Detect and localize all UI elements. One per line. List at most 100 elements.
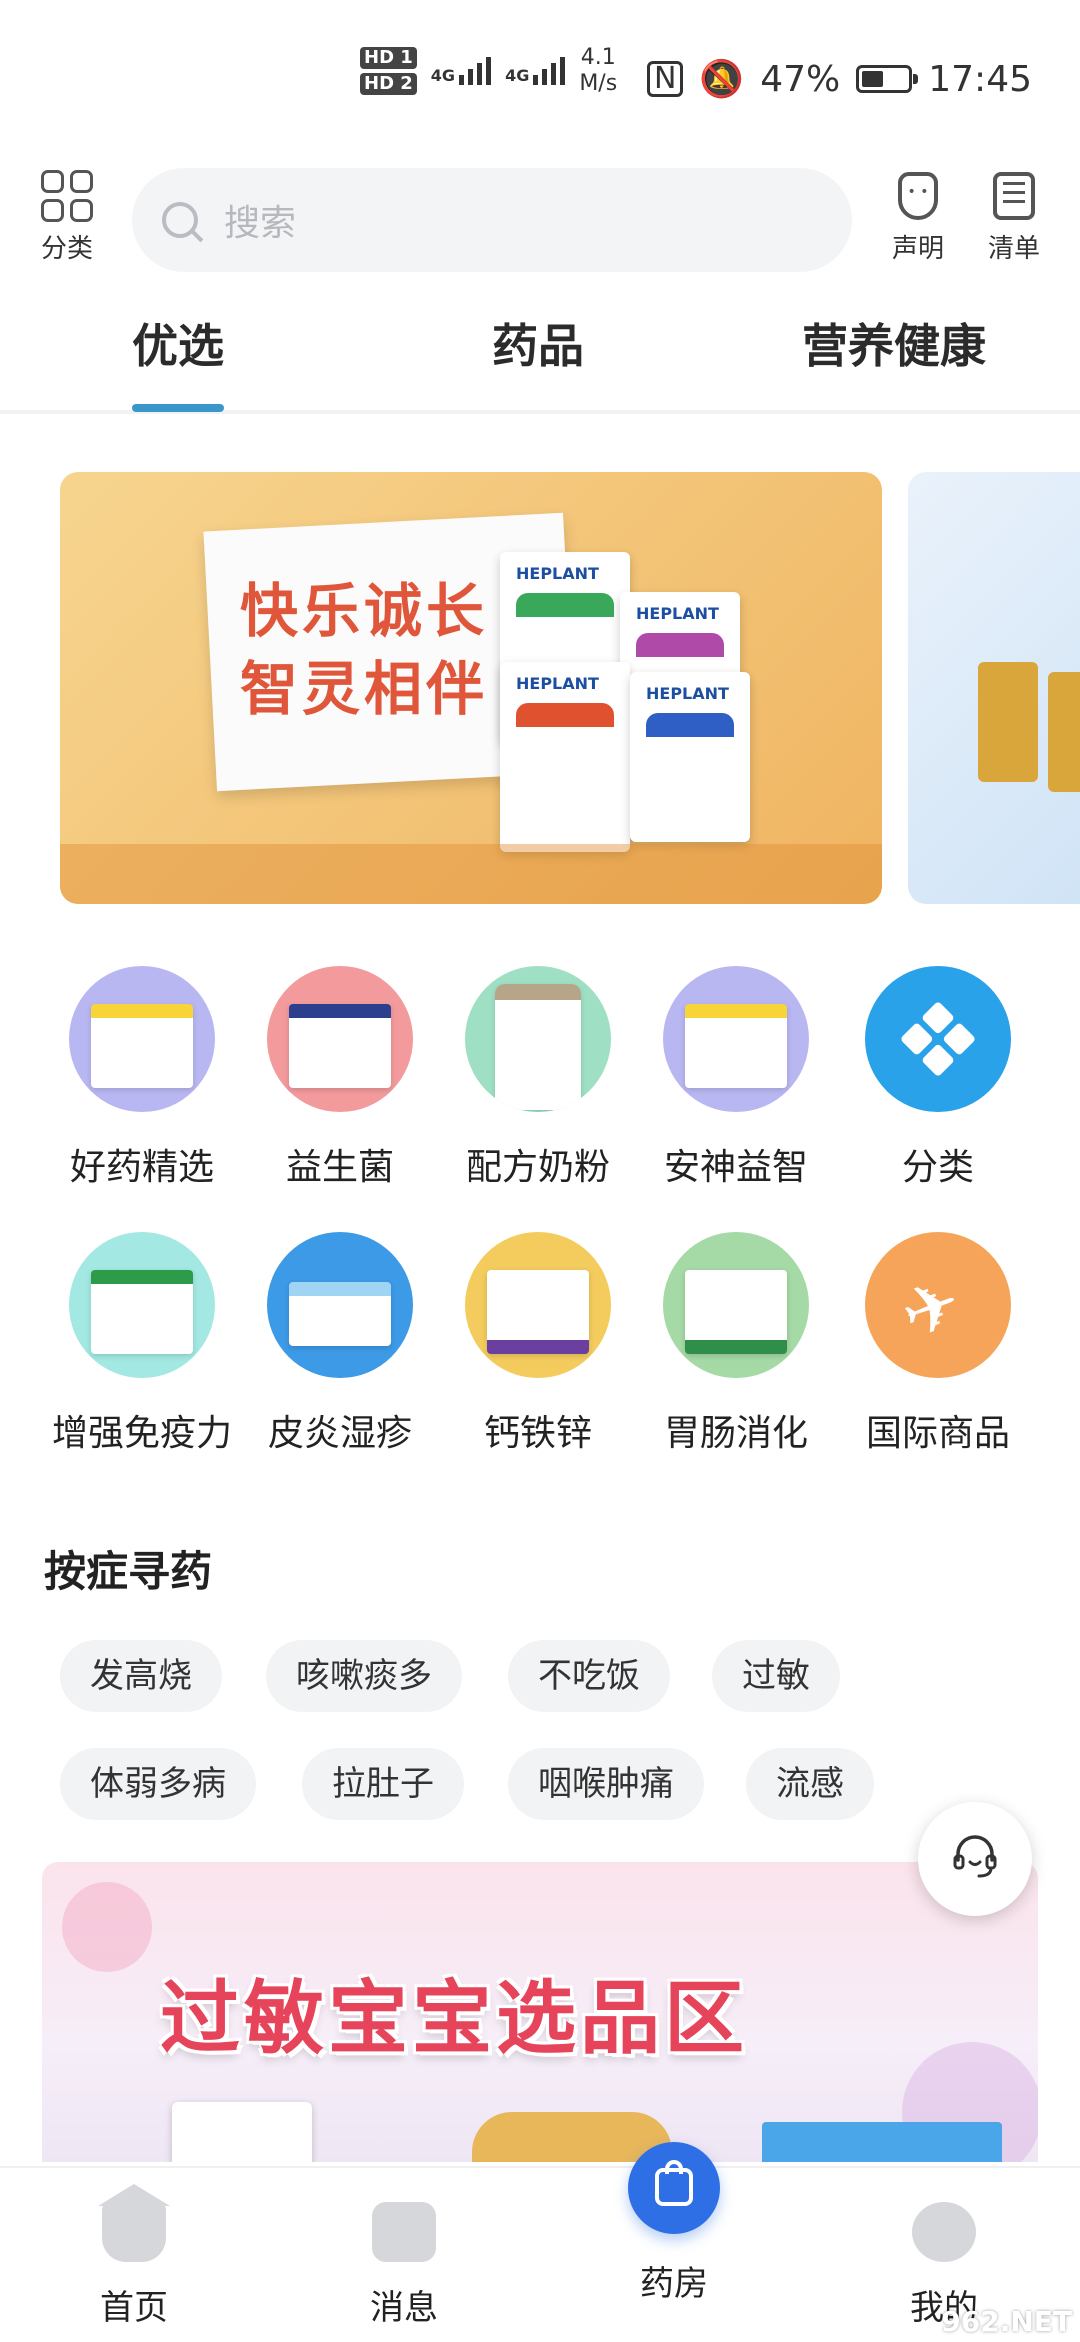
promo-title: 过敏宝宝选品区 <box>160 1972 748 2065</box>
grid-icon <box>41 170 93 222</box>
category-label: 分类 <box>40 234 93 264</box>
network-type-1: 4G <box>430 66 456 85</box>
signal-1-icon: 4G <box>430 57 492 85</box>
promo-product <box>762 2122 1002 2162</box>
battery-percent: 47% <box>760 58 841 100</box>
nav-home[interactable]: 首页 <box>34 2168 234 2329</box>
banner-slogan-line2: 智灵相伴 <box>240 655 489 723</box>
search-placeholder: 搜索 <box>224 203 297 244</box>
list-icon <box>993 172 1035 220</box>
category-label: 配方奶粉 <box>465 1147 610 1188</box>
status-bar: HD 1 HD 2 4G 4G 4.1 M/s N 🔕 47% 17:45 <box>0 0 1080 150</box>
symptom-chip[interactable]: 咽喉肿痛 <box>508 1748 704 1820</box>
product-brand: HEPLANT <box>516 674 599 693</box>
symptom-chip[interactable]: 不吃饭 <box>508 1640 670 1712</box>
category-item-calcium-iron-zinc[interactable]: 钙铁锌 <box>438 1232 638 1456</box>
category-label: 分类 <box>901 1147 974 1188</box>
category-item-all-categories[interactable]: 分类 <box>838 966 1038 1190</box>
category-label: 胃肠消化 <box>663 1413 808 1454</box>
symptom-chip[interactable]: 流感 <box>746 1748 874 1820</box>
watermark: 962.NET <box>941 2305 1072 2338</box>
list-button[interactable]: 清单 <box>974 172 1054 265</box>
category-label: 安神益智 <box>663 1147 808 1188</box>
category-tabs: 优选 药品 营养健康 <box>0 300 1080 414</box>
banner-slogan: 快乐诚长 智灵相伴 <box>240 572 488 728</box>
medicine-box-icon <box>69 966 215 1112</box>
airplane-icon: ✈ <box>865 1232 1011 1378</box>
immunity-box-icon <box>69 1232 215 1378</box>
nav-label: 药房 <box>640 2264 708 2304</box>
category-item-immunity[interactable]: 增强免疫力 <box>42 1232 242 1456</box>
category-label: 皮炎湿疹 <box>267 1413 412 1454</box>
clock: 17:45 <box>928 58 1032 100</box>
network-speed-value: 4.1 <box>580 45 616 70</box>
network-speed-unit: M/s <box>579 71 618 96</box>
customer-service-button[interactable] <box>918 1802 1032 1916</box>
category-item-calm-mind[interactable]: 安神益智 <box>636 966 836 1190</box>
tab-featured[interactable]: 优选 <box>132 310 224 412</box>
peek-product <box>978 662 1038 782</box>
statement-button[interactable]: 声明 <box>878 172 958 265</box>
symptom-chip[interactable]: 咳嗽痰多 <box>266 1640 462 1712</box>
category-item-good-medicine[interactable]: 好药精选 <box>42 966 242 1190</box>
hd-badges: HD 1 HD 2 <box>360 47 417 95</box>
nav-messages[interactable]: 消息 <box>304 2168 504 2329</box>
category-item-probiotics[interactable]: 益生菌 <box>240 966 440 1190</box>
header: 分类 搜索 声明 清单 <box>0 160 1080 280</box>
product-brand: HEPLANT <box>636 604 719 623</box>
category-item-dermatitis[interactable]: 皮炎湿疹 <box>240 1232 440 1456</box>
profile-icon <box>912 2202 976 2262</box>
allergy-promo-banner[interactable]: 过敏宝宝选品区 <box>42 1862 1038 2162</box>
tab-nutrition-health[interactable]: 营养健康 <box>802 310 986 376</box>
bottom-navigation: 首页 消息 药房 我的 962.NET <box>0 2142 1080 2342</box>
banner-floor <box>60 844 882 904</box>
headset-icon <box>953 1835 997 1878</box>
category-item-formula-milk[interactable]: 配方奶粉 <box>438 966 638 1190</box>
network-indicators: HD 1 HD 2 4G 4G 4.1 M/s <box>360 45 617 97</box>
milk-powder-icon <box>465 966 611 1112</box>
shield-icon <box>898 172 938 220</box>
category-button[interactable]: 分类 <box>30 170 104 265</box>
category-item-international[interactable]: ✈ 国际商品 <box>838 1232 1038 1456</box>
category-label: 钙铁锌 <box>483 1413 592 1454</box>
category-label: 国际商品 <box>865 1413 1010 1454</box>
product-box-4: HEPLANT <box>630 672 750 842</box>
category-label: 增强免疫力 <box>51 1413 232 1454</box>
banner-slogan-line1: 快乐诚长 <box>240 577 489 645</box>
next-banner-peek[interactable] <box>908 472 1080 904</box>
promo-product <box>172 2102 312 2162</box>
mute-bell-icon: 🔕 <box>699 59 745 100</box>
category-grid-icon <box>865 966 1011 1112</box>
symptom-chip[interactable]: 拉肚子 <box>302 1748 464 1820</box>
supplement-box-icon <box>465 1232 611 1378</box>
probiotic-box-icon <box>267 966 413 1112</box>
product-brand: HEPLANT <box>646 684 729 703</box>
message-icon <box>372 2202 436 2262</box>
nav-pharmacy[interactable]: 药房 <box>574 2142 774 2305</box>
network-speed: 4.1 M/s <box>579 45 617 97</box>
battery-icon <box>856 65 919 93</box>
granule-box-icon <box>663 1232 809 1378</box>
symptom-chip[interactable]: 发高烧 <box>60 1640 222 1712</box>
home-icon <box>98 2184 170 2262</box>
signal-2-icon: 4G <box>505 57 566 85</box>
promo-banner[interactable]: 快乐诚长 智灵相伴 HEPLANT HEPLANT HEPLANT HEPLAN… <box>60 472 882 904</box>
search-bar[interactable]: 搜索 <box>132 168 852 272</box>
symptom-chip[interactable]: 过敏 <box>712 1640 840 1712</box>
peek-product <box>1048 672 1080 792</box>
category-item-digestion[interactable]: 胃肠消化 <box>636 1232 836 1456</box>
tab-medicine[interactable]: 药品 <box>492 310 584 376</box>
product-brand: HEPLANT <box>516 564 599 583</box>
hd2-badge: HD 2 <box>360 73 417 95</box>
pharmacy-bag-icon <box>628 2142 720 2234</box>
product-box-3: HEPLANT <box>500 662 630 852</box>
symptom-section-title: 按症寻药 <box>44 1547 213 1596</box>
ointment-icon <box>267 1232 413 1378</box>
search-icon <box>162 202 198 238</box>
symptom-chip[interactable]: 体弱多病 <box>60 1748 256 1820</box>
petal-decoration <box>62 1882 152 1972</box>
hd1-badge: HD 1 <box>360 47 417 69</box>
medicine-box-icon <box>663 966 809 1112</box>
category-label: 益生菌 <box>285 1147 394 1188</box>
system-indicators: N 🔕 47% 17:45 <box>646 58 1032 100</box>
